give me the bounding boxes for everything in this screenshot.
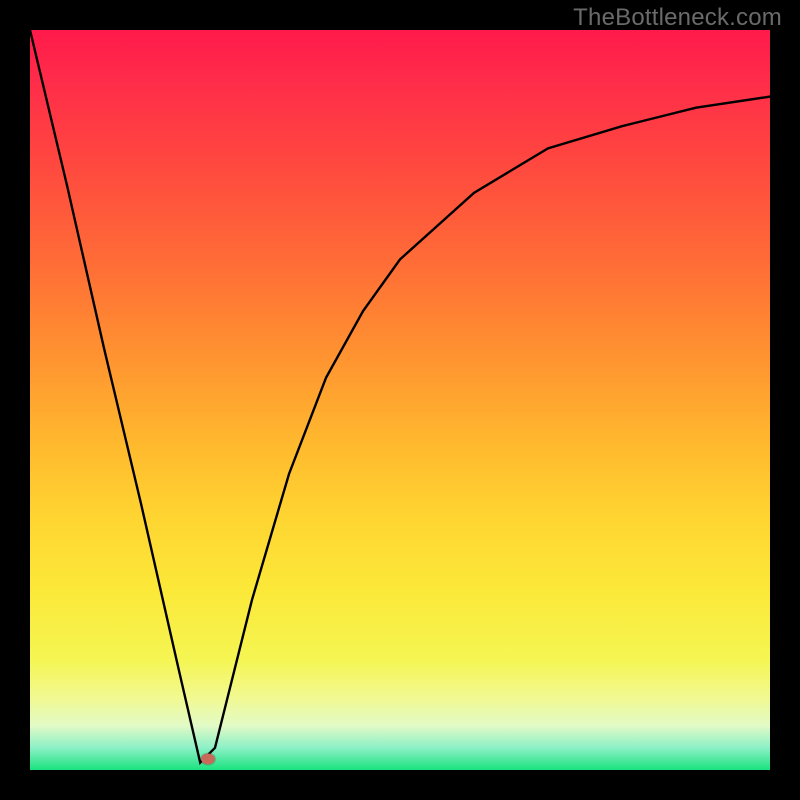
optimal-point-marker	[201, 753, 215, 764]
watermark-text: TheBottleneck.com	[573, 4, 782, 32]
chart-frame: TheBottleneck.com	[0, 0, 800, 800]
plot-area	[30, 30, 770, 770]
bottleneck-curve-path	[30, 30, 770, 763]
curve-svg	[30, 30, 770, 770]
